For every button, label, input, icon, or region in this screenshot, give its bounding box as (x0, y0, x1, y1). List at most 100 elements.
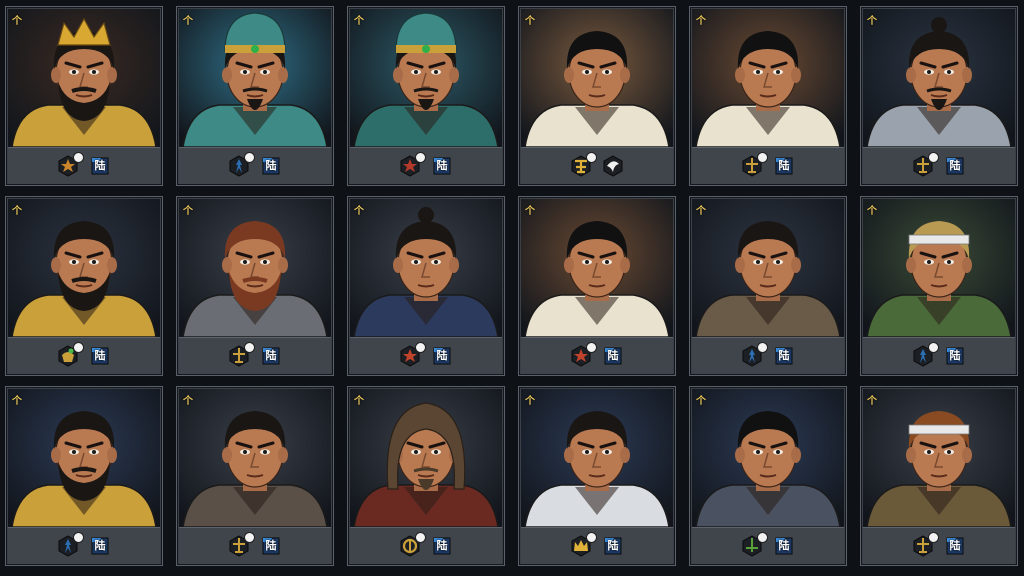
hero-info-bar: 陆 (350, 147, 502, 184)
blue-flag-icon: 陆 (773, 535, 795, 557)
level-dot (415, 342, 426, 353)
level-dot (73, 532, 84, 543)
blue-flag-icon: 陆 (602, 535, 624, 557)
rarity-mark: 个 (12, 206, 22, 217)
rarity-mark: 个 (696, 16, 706, 27)
hero-portrait (8, 9, 160, 147)
faction-label: 陆 (607, 349, 619, 362)
level-dot (415, 152, 426, 163)
hero-card[interactable]: 个陆 (5, 196, 163, 376)
hero-info-bar: 陆 (179, 527, 331, 564)
hero-card[interactable]: 个陆 (518, 196, 676, 376)
level-dot (244, 342, 255, 353)
hero-card[interactable]: 个 (518, 6, 676, 186)
hero-portrait (179, 199, 331, 337)
blue-runner-icon (741, 342, 768, 367)
faction-label: 陆 (949, 349, 961, 362)
gold-crown-icon (570, 532, 597, 557)
blue-flag-icon: 陆 (89, 155, 111, 177)
hero-portrait (8, 389, 160, 527)
blue-runner-icon (57, 532, 84, 557)
rarity-mark: 个 (183, 16, 193, 27)
hero-info-bar: 陆 (8, 147, 160, 184)
hero-info-bar: 陆 (692, 527, 844, 564)
hero-info-bar: 陆 (863, 527, 1015, 564)
rarity-mark: 个 (867, 396, 877, 407)
hero-card[interactable]: 个陆 (860, 196, 1018, 376)
blue-flag-icon: 陆 (431, 345, 453, 367)
rarity-mark: 个 (12, 396, 22, 407)
gold-sword-icon (228, 342, 255, 367)
gold-sword-icon (912, 532, 939, 557)
hero-portrait (863, 389, 1015, 527)
hero-info-bar: 陆 (521, 337, 673, 374)
gold-sword-icon (912, 152, 939, 177)
level-dot (757, 532, 768, 543)
level-dot (757, 152, 768, 163)
hero-card[interactable]: 个陆 (689, 196, 847, 376)
hero-card[interactable]: 个陆 (347, 6, 505, 186)
hero-info-bar: 陆 (350, 337, 502, 374)
blue-runner-icon (912, 342, 939, 367)
level-dot (244, 532, 255, 543)
blue-flag-icon: 陆 (944, 155, 966, 177)
faction-label: 陆 (265, 349, 277, 362)
hero-card[interactable]: 个陆 (5, 6, 163, 186)
white-bird-icon (602, 155, 624, 177)
hero-card[interactable]: 个陆 (176, 6, 334, 186)
level-dot (928, 152, 939, 163)
hero-card[interactable]: 个陆 (176, 196, 334, 376)
rarity-mark: 个 (354, 206, 364, 217)
level-dot (73, 342, 84, 353)
hero-card[interactable]: 个陆 (689, 386, 847, 566)
faction-label: 陆 (436, 159, 448, 172)
hero-card[interactable]: 个陆 (860, 6, 1018, 186)
rarity-mark: 个 (12, 16, 22, 27)
gold-ring-icon (399, 532, 426, 557)
hero-portrait (692, 9, 844, 147)
hero-portrait (692, 199, 844, 337)
hero-card[interactable]: 个陆 (5, 386, 163, 566)
hero-portrait (521, 9, 673, 147)
hero-info-bar (521, 147, 673, 184)
level-dot (415, 532, 426, 543)
faction-label: 陆 (436, 349, 448, 362)
hero-card[interactable]: 个陆 (689, 6, 847, 186)
blue-flag-icon: 陆 (260, 155, 282, 177)
faction-label: 陆 (778, 349, 790, 362)
rarity-mark: 个 (696, 206, 706, 217)
red-star-icon (399, 152, 426, 177)
hero-card[interactable]: 个陆 (347, 386, 505, 566)
level-dot (586, 532, 597, 543)
hero-card[interactable]: 个陆 (518, 386, 676, 566)
faction-label: 陆 (778, 159, 790, 172)
rarity-mark: 个 (183, 396, 193, 407)
rarity-mark: 个 (525, 206, 535, 217)
level-dot (244, 152, 255, 163)
green-sword-icon (741, 532, 768, 557)
hero-info-bar: 陆 (8, 527, 160, 564)
rarity-mark: 个 (696, 396, 706, 407)
rarity-mark: 个 (354, 16, 364, 27)
hero-roster-grid: 个陆个陆个陆个个陆个陆个陆个陆个陆个陆个陆个陆个陆个陆个陆个陆个陆个陆 (0, 0, 1024, 576)
blue-flag-icon: 陆 (260, 345, 282, 367)
hero-portrait (521, 389, 673, 527)
hero-info-bar: 陆 (179, 337, 331, 374)
blue-flag-icon: 陆 (773, 345, 795, 367)
level-dot (586, 152, 597, 163)
hero-portrait (863, 9, 1015, 147)
red-gold-crest-icon (57, 152, 84, 177)
hero-card[interactable]: 个陆 (347, 196, 505, 376)
hero-portrait (350, 9, 502, 147)
hero-card[interactable]: 个陆 (860, 386, 1018, 566)
faction-label: 陆 (265, 539, 277, 552)
green-gold-icon (57, 342, 84, 367)
level-dot (757, 342, 768, 353)
gold-sword-icon (228, 532, 255, 557)
hero-info-bar: 陆 (692, 147, 844, 184)
rarity-mark: 个 (867, 206, 877, 217)
hero-card[interactable]: 个陆 (176, 386, 334, 566)
faction-label: 陆 (778, 539, 790, 552)
hero-info-bar: 陆 (863, 147, 1015, 184)
hero-portrait (179, 389, 331, 527)
